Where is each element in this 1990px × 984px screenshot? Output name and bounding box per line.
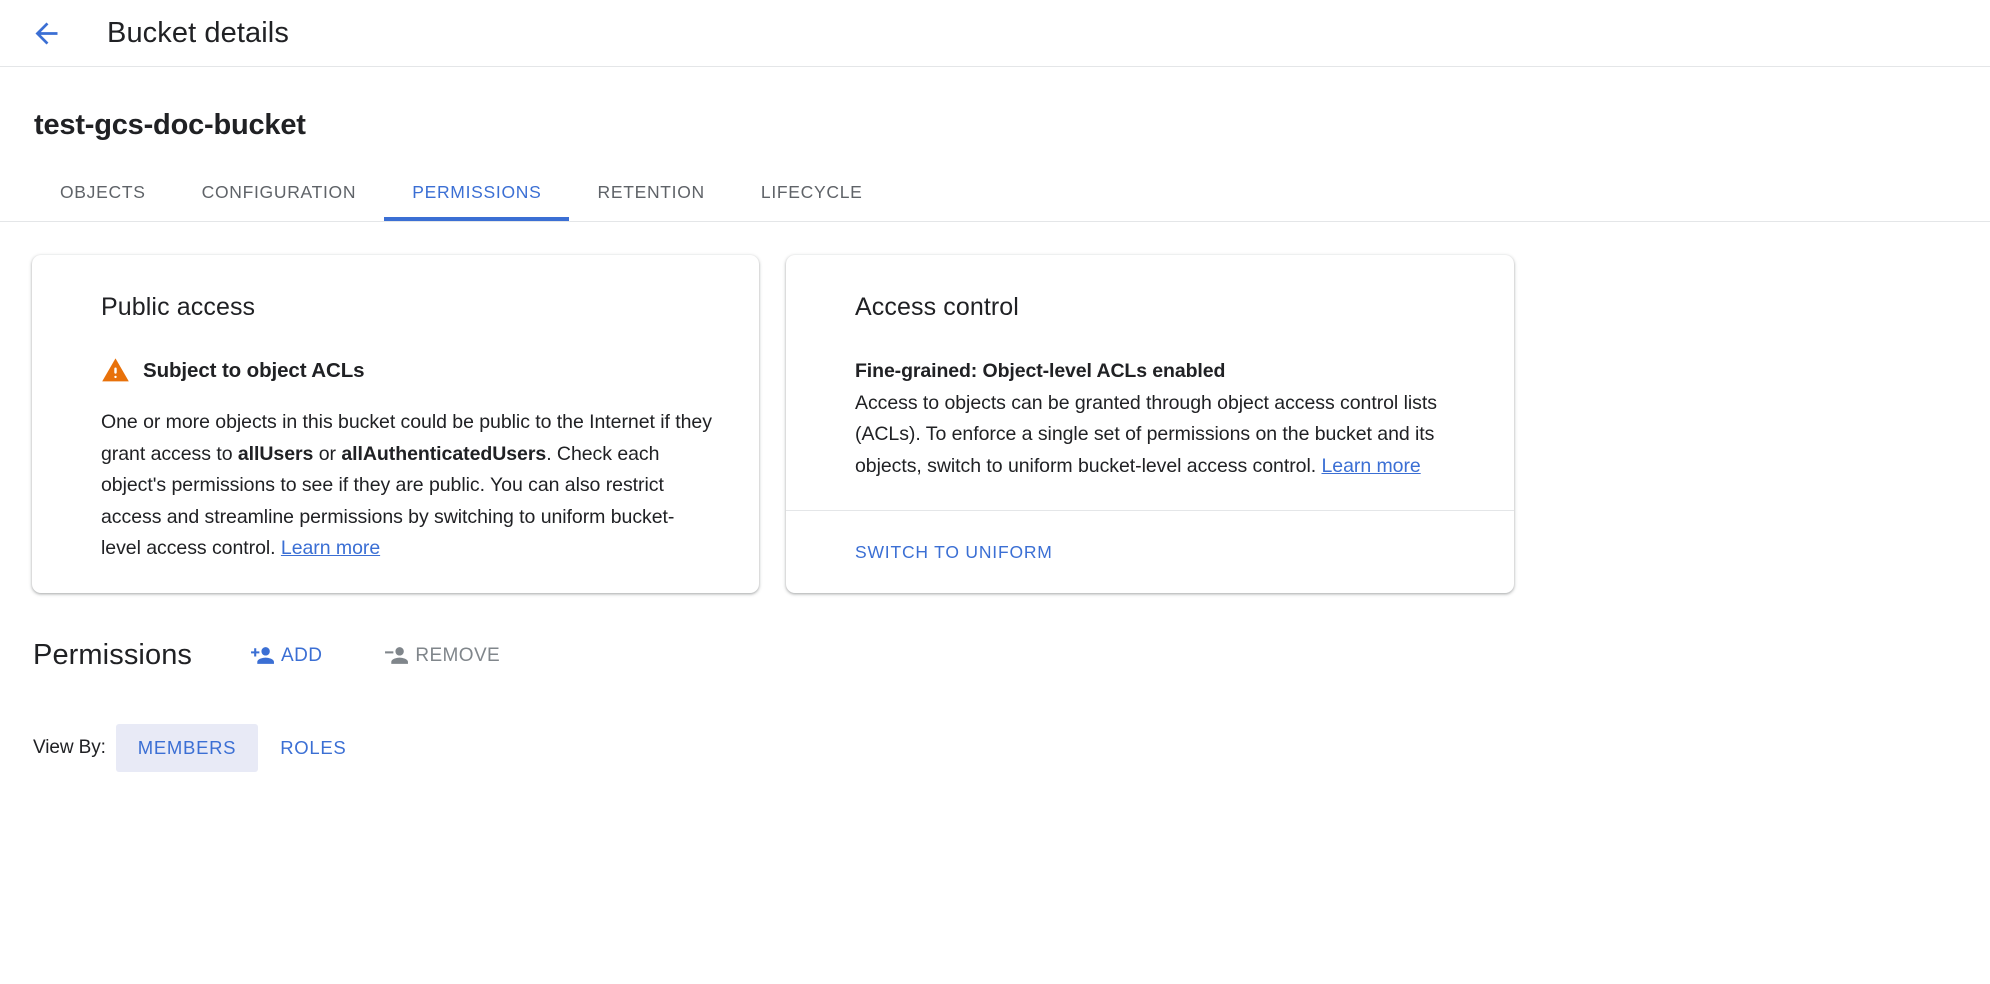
- access-control-card-body: Access control Fine-grained: Object-leve…: [786, 255, 1514, 510]
- view-by-row: View By: MEMBERS ROLES: [0, 672, 1990, 772]
- warning-triangle-icon: [101, 356, 130, 385]
- access-control-subhead: Fine-grained: Object-level ACLs enabled: [855, 356, 1469, 388]
- public-access-allauthenticatedusers: allAuthenticatedUsers: [341, 443, 546, 465]
- public-access-allusers: allUsers: [238, 443, 314, 465]
- bucket-name-heading: test-gcs-doc-bucket: [0, 67, 1990, 142]
- tab-lifecycle[interactable]: LIFECYCLE: [733, 163, 891, 221]
- public-access-description: One or more objects in this bucket could…: [101, 407, 714, 565]
- access-control-card-actions: SWITCH TO UNIFORM: [786, 511, 1514, 593]
- view-by-roles-button[interactable]: ROLES: [258, 724, 368, 772]
- view-by-members-button[interactable]: MEMBERS: [116, 724, 258, 772]
- public-access-status-text: Subject to object ACLs: [143, 359, 364, 383]
- access-control-learn-more-link[interactable]: Learn more: [1321, 455, 1420, 477]
- page-title: Bucket details: [107, 17, 289, 50]
- access-control-card: Access control Fine-grained: Object-leve…: [786, 255, 1514, 593]
- top-app-bar: Bucket details: [0, 0, 1990, 67]
- cards-row: Public access Subject to object ACLs One…: [0, 222, 1990, 593]
- public-access-learn-more-link[interactable]: Learn more: [281, 537, 380, 559]
- add-member-label: ADD: [281, 645, 322, 667]
- tab-configuration[interactable]: CONFIGURATION: [174, 163, 385, 221]
- public-access-status: Subject to object ACLs: [101, 356, 714, 385]
- public-access-title: Public access: [101, 293, 714, 322]
- permissions-title: Permissions: [33, 639, 192, 672]
- public-access-text-2: or: [313, 443, 341, 465]
- public-access-card-body: Public access Subject to object ACLs One…: [32, 255, 759, 565]
- back-arrow-icon[interactable]: [28, 15, 64, 51]
- person-remove-icon: [384, 643, 409, 668]
- access-control-description: Access to objects can be granted through…: [855, 388, 1469, 483]
- permissions-header: Permissions ADD REMOVE: [0, 593, 1990, 672]
- remove-member-label: REMOVE: [415, 645, 500, 667]
- access-control-title: Access control: [855, 293, 1469, 322]
- bucket-tabs: OBJECTS CONFIGURATION PERMISSIONS RETENT…: [0, 164, 1990, 222]
- public-access-card: Public access Subject to object ACLs One…: [32, 255, 759, 593]
- switch-to-uniform-button[interactable]: SWITCH TO UNIFORM: [855, 542, 1053, 563]
- tab-retention[interactable]: RETENTION: [569, 163, 732, 221]
- view-by-label: View By:: [33, 737, 106, 759]
- person-add-icon: [250, 643, 275, 668]
- tab-permissions[interactable]: PERMISSIONS: [384, 163, 569, 221]
- add-member-button[interactable]: ADD: [250, 643, 322, 668]
- tab-objects[interactable]: OBJECTS: [32, 163, 174, 221]
- remove-member-button[interactable]: REMOVE: [384, 643, 500, 668]
